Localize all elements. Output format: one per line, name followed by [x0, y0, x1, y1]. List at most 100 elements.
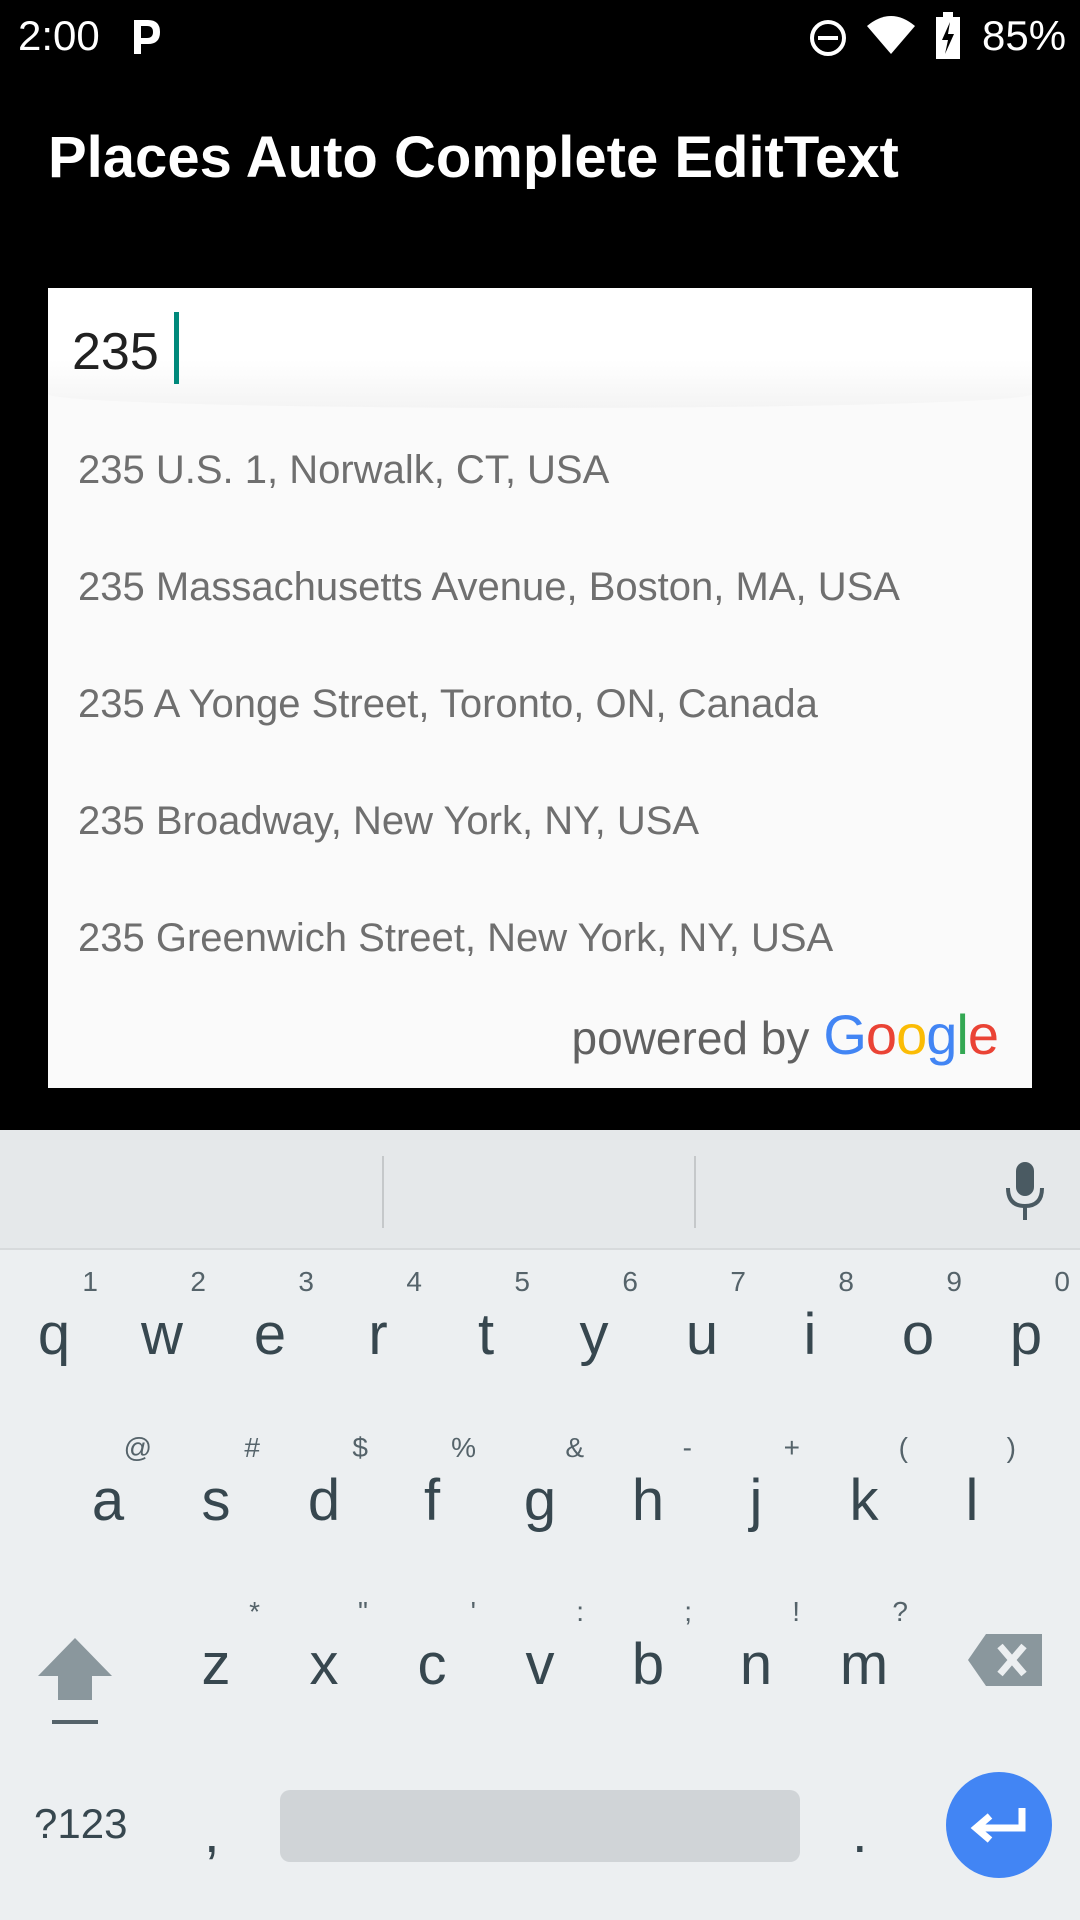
suggestion-item[interactable]: 235 A Yonge Street, Toronto, ON, Canada [48, 646, 1032, 763]
key-label: a [91, 1468, 125, 1533]
microphone-icon[interactable] [1000, 1160, 1050, 1222]
key-hint: + [783, 1432, 800, 1463]
key-hint: ! [792, 1596, 800, 1627]
suggestion-item[interactable]: 235 Massachusetts Avenue, Boston, MA, US… [48, 529, 1032, 646]
key-e[interactable]: 3e [216, 1260, 324, 1390]
key-hint: $ [352, 1432, 368, 1463]
key-l[interactable]: ) l [918, 1426, 1026, 1556]
space-bar[interactable] [280, 1790, 800, 1862]
key-hint: ' [470, 1596, 476, 1627]
key-label: t [477, 1302, 495, 1367]
backspace-icon[interactable] [966, 1630, 1046, 1690]
key-b[interactable]: ; b [594, 1590, 702, 1720]
key-label: v [525, 1632, 555, 1697]
key-s[interactable]: # s [162, 1426, 270, 1556]
period-key[interactable]: . [852, 1800, 868, 1865]
key-label: y [579, 1302, 609, 1367]
key-label: k [849, 1468, 879, 1533]
key-hint: : [576, 1596, 584, 1627]
key-hint: 5 [514, 1266, 530, 1297]
key-o[interactable]: 9o [864, 1260, 972, 1390]
search-input-value[interactable]: 235 [72, 322, 159, 382]
key-label: n [739, 1632, 773, 1697]
google-letter: l [956, 1003, 968, 1066]
key-hint: 3 [298, 1266, 314, 1297]
search-input[interactable]: 235 [48, 288, 1032, 408]
key-h[interactable]: -h [594, 1426, 702, 1556]
key-hint: 4 [406, 1266, 422, 1297]
key-hint: ? [892, 1596, 908, 1627]
suggestion-item[interactable]: 235 Broadway, New York, NY, USA [48, 763, 1032, 880]
key-hint: 6 [622, 1266, 638, 1297]
key-r[interactable]: 4r [324, 1260, 432, 1390]
key-f[interactable]: % f [378, 1426, 486, 1556]
battery-percent: 85% [982, 12, 1067, 59]
key-label: e [253, 1302, 287, 1367]
text-caret [174, 312, 179, 384]
key-label: u [685, 1302, 719, 1367]
key-q[interactable]: 1q [0, 1260, 108, 1390]
comma-key[interactable]: , [204, 1800, 220, 1865]
key-g[interactable]: & g [486, 1426, 594, 1556]
key-i[interactable]: 8i [756, 1260, 864, 1390]
key-p[interactable]: 0p [972, 1260, 1080, 1390]
key-label: l [965, 1468, 979, 1533]
key-hint: 1 [82, 1266, 98, 1297]
key-label: d [307, 1468, 341, 1533]
key-a[interactable]: @ a [54, 1426, 162, 1556]
wifi-icon [867, 16, 915, 54]
key-x[interactable]: " x [270, 1590, 378, 1720]
key-hint: @ [123, 1432, 152, 1463]
suggestion-item[interactable]: 235 U.S. 1, Norwalk, CT, USA [48, 412, 1032, 529]
key-label: c [417, 1632, 447, 1697]
key-label: m [839, 1632, 889, 1697]
key-hint: 0 [1054, 1266, 1070, 1297]
status-time: 2:00 [18, 12, 100, 59]
key-hint: 9 [946, 1266, 962, 1297]
key-hint: - [682, 1432, 692, 1463]
enter-arrow-icon [970, 1808, 1026, 1843]
status-bar: 2:00 85% [0, 0, 1080, 72]
key-z[interactable]: * z [162, 1590, 270, 1720]
suggestion-item[interactable]: 235 Greenwich Street, New York, NY, USA [48, 880, 1032, 997]
do-not-disturb-icon [810, 20, 846, 56]
enter-key[interactable] [946, 1772, 1052, 1878]
key-j[interactable]: + j [702, 1426, 810, 1556]
strip-divider [382, 1156, 384, 1228]
autocomplete-card: 235 235 U.S. 1, Norwalk, CT, USA 235 Mas… [48, 288, 1032, 1088]
key-v[interactable]: :v [486, 1590, 594, 1720]
key-n[interactable]: ! n [702, 1590, 810, 1720]
key-y[interactable]: 6y [540, 1260, 648, 1390]
key-hint: ; [684, 1596, 692, 1627]
key-k[interactable]: (k [810, 1426, 918, 1556]
key-d[interactable]: $ d [270, 1426, 378, 1556]
key-c[interactable]: ' c [378, 1590, 486, 1720]
key-t[interactable]: 5t [432, 1260, 540, 1390]
key-w[interactable]: 2w [108, 1260, 216, 1390]
key-label: r [368, 1302, 388, 1367]
google-letter: g [926, 1003, 957, 1066]
key-hint: 2 [190, 1266, 206, 1297]
page-title: Places Auto Complete EditText [48, 125, 899, 190]
key-label: q [37, 1302, 71, 1367]
soft-keyboard: 1q2w3e4r5t6y7u8i9o0p @ a # s $ d% f & g - h + j(k) l … [0, 1130, 1080, 1920]
key-hint: * [249, 1596, 260, 1627]
key-hint: " [358, 1596, 368, 1627]
key-u[interactable]: 7u [648, 1260, 756, 1390]
parking-p-icon [134, 20, 160, 54]
symbols-key[interactable]: ?123 [34, 1800, 127, 1848]
battery-charging-icon [936, 12, 960, 59]
key-m[interactable]: ? m [810, 1590, 918, 1720]
key-label: h [631, 1468, 665, 1533]
google-logo: Google [823, 1002, 999, 1067]
key-label: b [631, 1632, 665, 1697]
key-hint: 7 [730, 1266, 746, 1297]
key-hint: 8 [838, 1266, 854, 1297]
key-label: j [749, 1468, 763, 1533]
powered-by-google: powered by Google [572, 1002, 999, 1067]
key-hint: ) [1006, 1432, 1016, 1463]
key-label: x [309, 1632, 339, 1697]
shift-icon[interactable] [30, 1630, 120, 1730]
key-hint: & [565, 1432, 584, 1463]
key-label: z [201, 1632, 231, 1697]
